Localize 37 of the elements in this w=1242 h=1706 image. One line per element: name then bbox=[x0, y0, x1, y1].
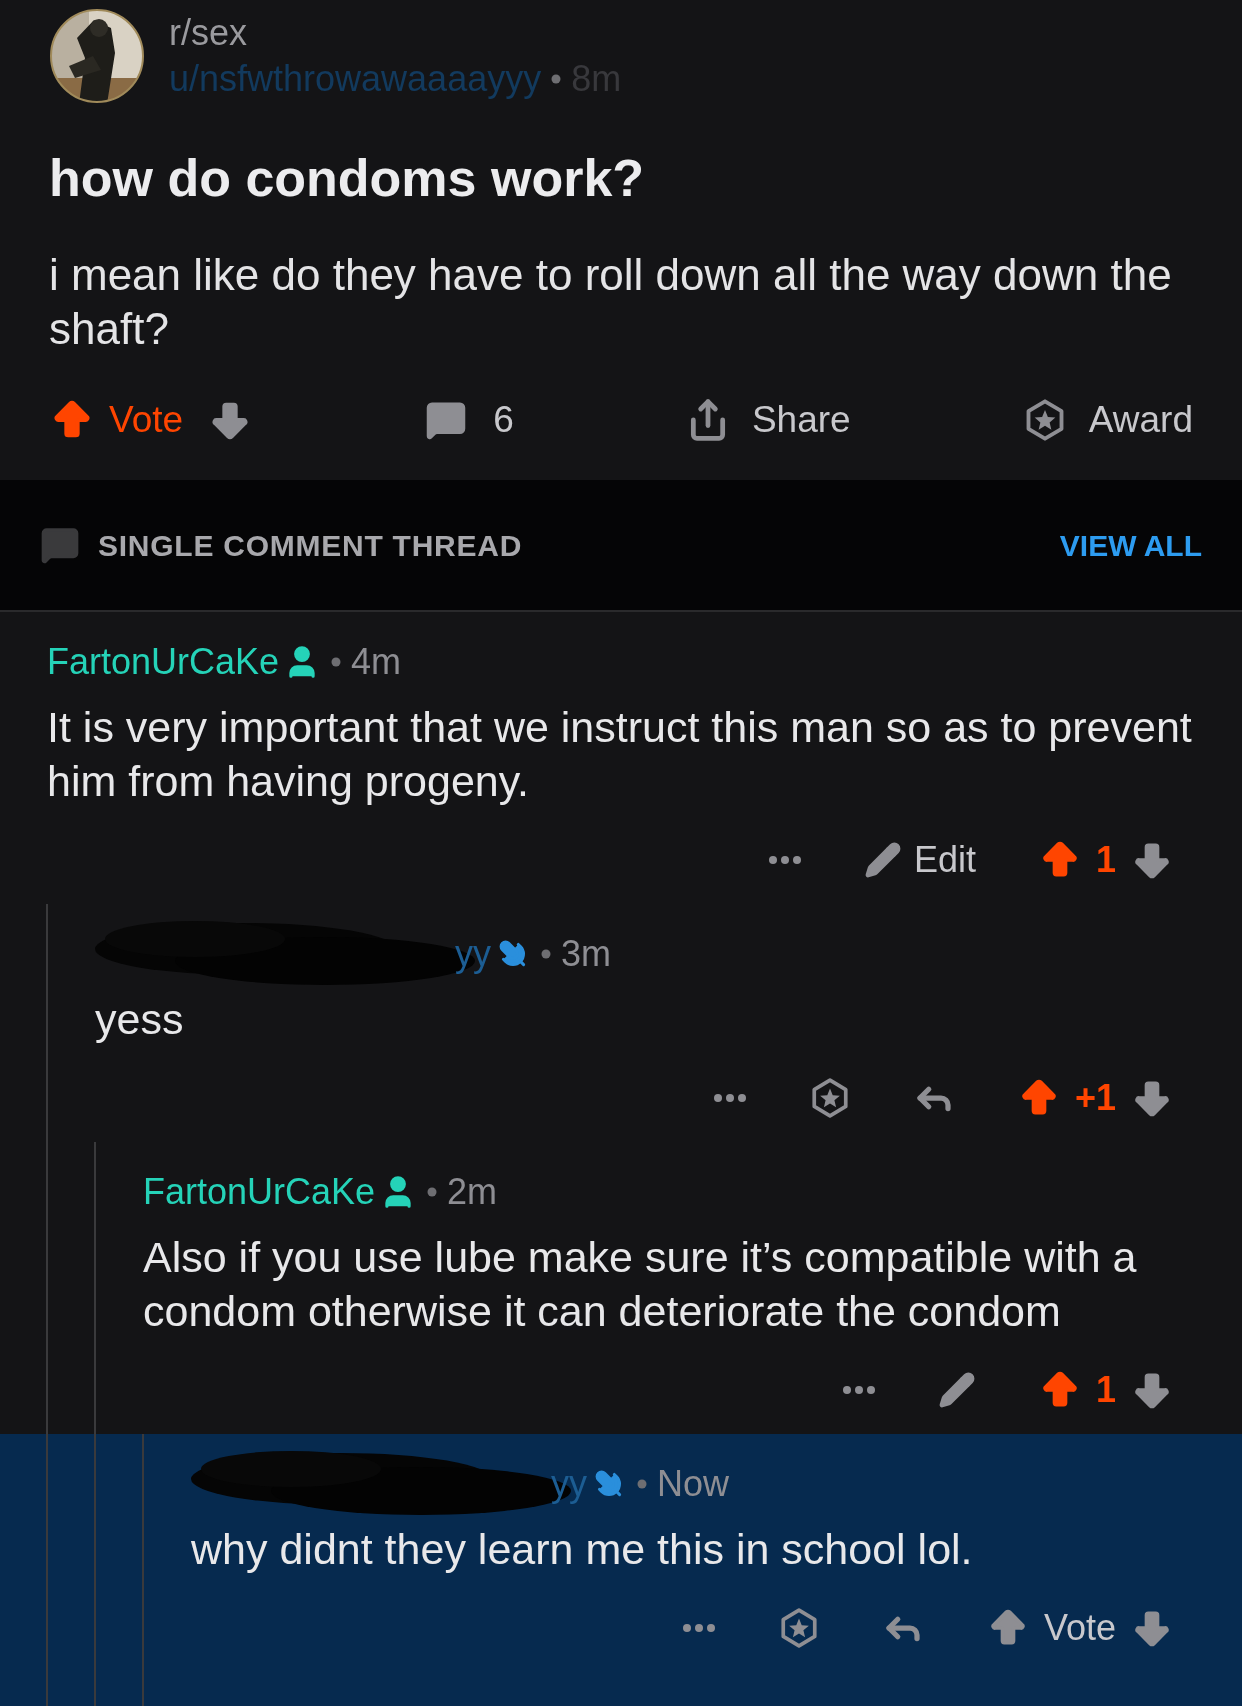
more-icon[interactable] bbox=[681, 1623, 716, 1633]
edit-button[interactable] bbox=[937, 1371, 976, 1409]
comment-age: 4m bbox=[351, 640, 402, 684]
comment-body: It is very important that we instruct this man so as to prevent him from having progeny. bbox=[47, 702, 1193, 807]
more-icon[interactable] bbox=[712, 1093, 747, 1103]
comment-age: Now bbox=[657, 1462, 730, 1506]
separator-dot bbox=[637, 1479, 647, 1489]
more-icon[interactable] bbox=[841, 1385, 876, 1395]
separator-dot bbox=[427, 1187, 438, 1197]
comment-age: 2m bbox=[447, 1170, 498, 1214]
vote-count: 1 bbox=[1095, 1368, 1116, 1412]
vote-label: Vote bbox=[109, 398, 184, 443]
pencil-icon bbox=[863, 841, 902, 879]
subreddit-name[interactable]: r/sex bbox=[169, 10, 622, 56]
comment-author[interactable]: FartonUrCaKe bbox=[47, 635, 280, 689]
award-button[interactable]: Award bbox=[1022, 392, 1193, 448]
comments-button[interactable]: 6 bbox=[425, 392, 514, 448]
more-icon[interactable] bbox=[767, 855, 802, 865]
comment-body: Also if you use lube make sure it’s compatible with a condom otherwise it can deteriorate the condom bbox=[143, 1232, 1138, 1337]
separator-dot bbox=[541, 949, 551, 959]
thread-label: SINGLE COMMENT THREAD bbox=[98, 527, 523, 564]
view-all-link[interactable]: VIEW ALL bbox=[1059, 522, 1202, 568]
share-button[interactable]: Share bbox=[685, 392, 851, 448]
comment-icon bbox=[40, 525, 80, 565]
pencil-icon bbox=[937, 1371, 976, 1409]
comment-body: why didnt they learn me this in school lol. bbox=[191, 1524, 974, 1575]
edit-button[interactable]: Edit bbox=[863, 833, 976, 887]
post-title: how do condoms work? bbox=[49, 148, 646, 208]
separator-dot bbox=[551, 74, 562, 84]
comment-age: 3m bbox=[561, 932, 611, 976]
comment-body: yess bbox=[95, 994, 185, 1045]
vote-count: Vote bbox=[1043, 1606, 1116, 1650]
comment-author[interactable]: FartonUrCaKe bbox=[143, 1165, 376, 1219]
separator-dot bbox=[331, 657, 342, 667]
vote-count: +1 bbox=[1074, 1076, 1116, 1120]
post-body: i mean like do they have to roll down all the way down the shaft? bbox=[49, 249, 1173, 355]
vote-count: 1 bbox=[1095, 838, 1116, 882]
